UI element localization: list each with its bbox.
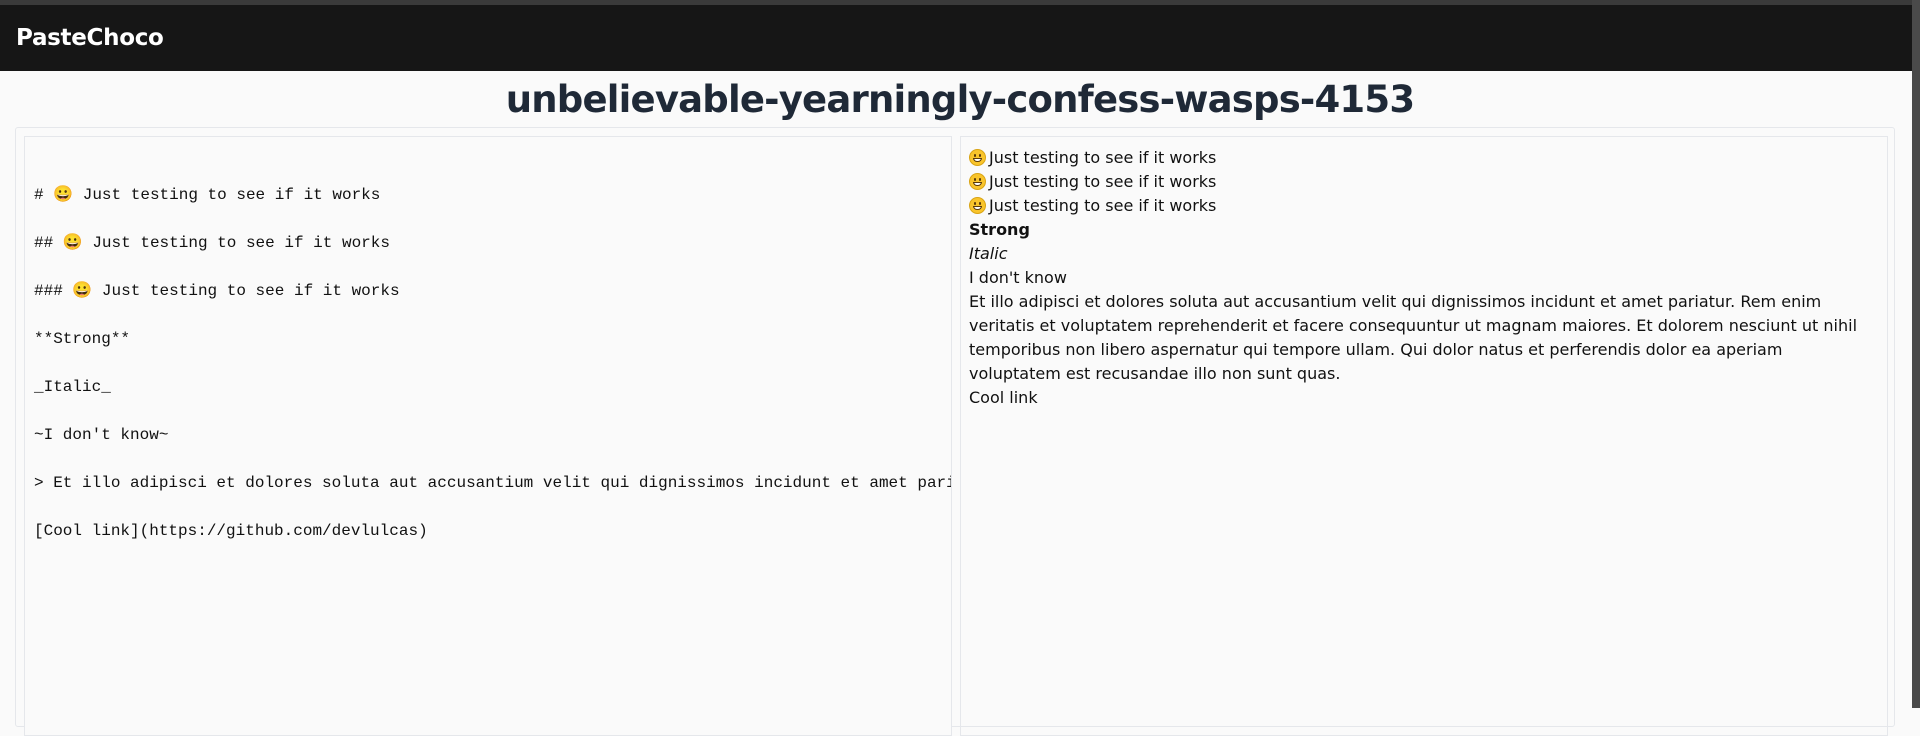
preview-cool-link[interactable]: Cool link xyxy=(969,386,1879,410)
editor-line[interactable]: [Cool link](https://github.com/devlulcas… xyxy=(34,522,428,540)
editor-line[interactable]: # 😀 Just testing to see if it works xyxy=(34,186,380,204)
preview-strong-text: Strong xyxy=(969,220,1030,239)
editor-line[interactable]: **Strong** xyxy=(34,330,130,348)
editor-line[interactable]: ~I don't know~ xyxy=(34,426,168,444)
editor-line[interactable]: > Et illo adipisci et dolores soluta aut… xyxy=(34,474,951,492)
preview-heading-3: Just testing to see if it works xyxy=(969,194,1879,218)
page-scrollbar[interactable] xyxy=(1912,0,1920,708)
brand-logo-text[interactable]: PasteChoco xyxy=(16,25,164,51)
editor-line[interactable]: _Italic_ xyxy=(34,378,111,396)
markdown-editor[interactable]: # 😀 Just testing to see if it works ## 😀… xyxy=(24,136,952,736)
navbar: PasteChoco xyxy=(0,5,1920,71)
paste-title: unbelievable-yearningly-confess-wasps-41… xyxy=(505,78,1415,121)
preview-italic-text: Italic xyxy=(969,244,1008,263)
preview-blockquote: Et illo adipisci et dolores soluta aut a… xyxy=(969,292,1858,383)
grinning-face-emoji-icon xyxy=(969,197,986,214)
preview-strikethrough-text: I don't know xyxy=(969,268,1067,287)
paste-container: # 😀 Just testing to see if it works ## 😀… xyxy=(15,127,1895,736)
editor-line[interactable]: ### 😀 Just testing to see if it works xyxy=(34,282,400,300)
markdown-preview: Just testing to see if it works Just tes… xyxy=(960,136,1888,736)
editor-line[interactable]: ## 😀 Just testing to see if it works xyxy=(34,234,390,252)
markdown-source[interactable]: # 😀 Just testing to see if it works ## 😀… xyxy=(25,137,951,543)
preview-heading-2: Just testing to see if it works xyxy=(969,170,1879,194)
grinning-face-emoji-icon xyxy=(969,173,986,190)
preview-heading-1: Just testing to see if it works xyxy=(969,146,1879,170)
grinning-face-emoji-icon xyxy=(969,149,986,166)
